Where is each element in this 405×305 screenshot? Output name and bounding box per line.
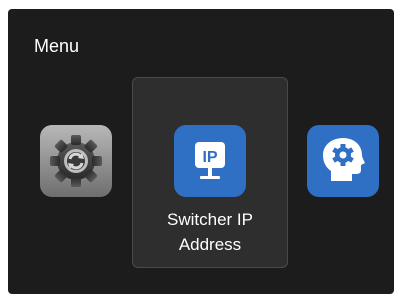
menu-title: Menu — [34, 36, 80, 56]
menu-screen: Menu IP Switcher IP Address — [8, 9, 394, 294]
ip-monitor-icon: IP — [195, 142, 225, 179]
label-line-1: Switcher IP — [167, 210, 253, 229]
label-line-2: Address — [178, 235, 242, 254]
head-gear-tile[interactable] — [307, 125, 379, 197]
settings-tile[interactable] — [40, 125, 112, 197]
head-gear-icon — [323, 138, 365, 181]
svg-text:IP: IP — [202, 149, 217, 166]
gear-icon — [50, 135, 102, 187]
selected-item-label: Switcher IP Address — [132, 207, 288, 257]
switcher-ip-tile[interactable]: IP — [174, 125, 246, 197]
